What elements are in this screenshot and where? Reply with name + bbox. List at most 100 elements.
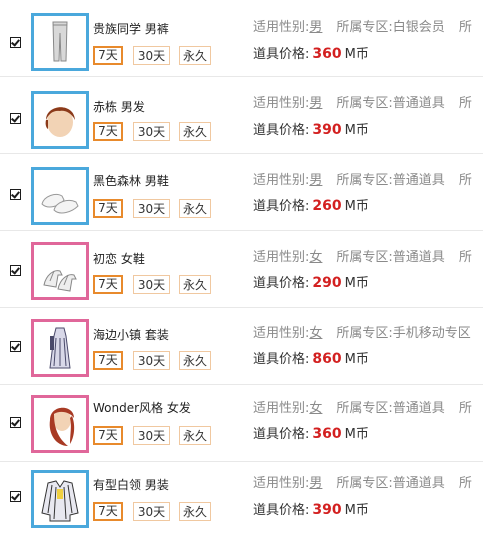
zone-value: 普通道具 — [392, 401, 445, 416]
list-item: 有型白领 男装 7天 30天 永久 适用性别:男 所属专区:普通道具所 道具价格:… — [0, 462, 483, 545]
item-name: 有型白领 男装 — [93, 478, 169, 492]
price-label: 道具价格: — [253, 123, 310, 138]
item-thumbnail[interactable] — [31, 167, 89, 225]
item-name: 初恋 女鞋 — [93, 252, 145, 266]
gender-label: 适用性别: — [253, 20, 310, 35]
item-checkbox[interactable] — [10, 417, 21, 428]
item-thumbnail[interactable] — [31, 242, 89, 300]
duration-30d-button[interactable]: 30天 — [133, 351, 170, 370]
currency-label: M币 — [344, 503, 369, 518]
duration-7d-button[interactable]: 7天 — [93, 351, 123, 370]
price-value: 390 — [312, 122, 342, 138]
price-label: 道具价格: — [253, 352, 310, 367]
item-checkbox[interactable] — [10, 265, 21, 276]
item-checkbox[interactable] — [10, 189, 21, 200]
item-checkbox[interactable] — [10, 341, 21, 352]
zone-label: 所属专区: — [336, 250, 393, 265]
female-shoes-icon — [43, 270, 77, 292]
currency-label: M币 — [344, 427, 369, 442]
item-price: 道具价格: 860 M币 — [253, 351, 369, 368]
item-price: 道具价格: 360 M币 — [253, 46, 369, 63]
zone-value: 普通道具 — [392, 250, 445, 265]
price-label: 道具价格: — [253, 47, 310, 62]
trailing-text: 所 — [458, 173, 472, 188]
duration-30d-button[interactable]: 30天 — [133, 122, 170, 141]
duration-7d-button[interactable]: 7天 — [93, 199, 123, 218]
price-label: 道具价格: — [253, 427, 310, 442]
gender-label: 适用性别: — [253, 173, 310, 188]
zone-value: 普通道具 — [392, 96, 445, 111]
duration-permanent-button[interactable]: 永久 — [179, 122, 211, 141]
duration-30d-button[interactable]: 30天 — [133, 426, 170, 445]
zone-value: 白银会员 — [392, 20, 445, 35]
item-list: 贵族同学 男裤 7天 30天 永久 适用性别:男 所属专区:白银会员所 道具价格:… — [0, 0, 483, 545]
trailing-text: 所 — [458, 476, 472, 491]
zone-label: 所属专区: — [336, 96, 393, 111]
price-value: 360 — [312, 426, 342, 442]
duration-7d-button[interactable]: 7天 — [93, 275, 123, 294]
price-label: 道具价格: — [253, 276, 310, 291]
zone-label: 所属专区: — [336, 173, 393, 188]
dress-icon — [49, 327, 71, 369]
duration-7d-button[interactable]: 7天 — [93, 502, 123, 521]
item-checkbox[interactable] — [10, 113, 21, 124]
gender-value[interactable]: 女 — [309, 250, 322, 265]
currency-label: M币 — [344, 199, 369, 214]
item-thumbnail[interactable] — [31, 319, 89, 377]
item-thumbnail[interactable] — [31, 470, 89, 528]
gender-label: 适用性别: — [253, 401, 310, 416]
gender-label: 适用性别: — [253, 476, 310, 491]
duration-permanent-button[interactable]: 永久 — [179, 351, 211, 370]
item-meta: 适用性别:男 所属专区:白银会员所 — [253, 20, 472, 36]
item-name: 海边小镇 套装 — [93, 328, 169, 342]
zone-value: 普通道具 — [392, 173, 445, 188]
item-name: 贵族同学 男裤 — [93, 22, 169, 36]
gender-value[interactable]: 男 — [309, 476, 322, 491]
item-price: 道具价格: 260 M币 — [253, 198, 369, 215]
duration-permanent-button[interactable]: 永久 — [179, 199, 211, 218]
item-price: 道具价格: 390 M币 — [253, 122, 369, 139]
duration-30d-button[interactable]: 30天 — [133, 199, 170, 218]
zone-label: 所属专区: — [336, 401, 393, 416]
gender-label: 适用性别: — [253, 326, 310, 341]
item-checkbox[interactable] — [10, 37, 21, 48]
gender-value[interactable]: 男 — [309, 96, 322, 111]
item-thumbnail[interactable] — [31, 13, 89, 71]
item-thumbnail[interactable] — [31, 91, 89, 149]
zone-label: 所属专区: — [336, 20, 393, 35]
duration-7d-button[interactable]: 7天 — [93, 426, 123, 445]
duration-permanent-button[interactable]: 永久 — [179, 426, 211, 445]
item-meta: 适用性别:女 所属专区:普通道具所 — [253, 401, 472, 417]
item-price: 道具价格: 360 M币 — [253, 426, 369, 443]
price-value: 860 — [312, 351, 342, 367]
duration-permanent-button[interactable]: 永久 — [179, 275, 211, 294]
duration-30d-button[interactable]: 30天 — [133, 275, 170, 294]
item-checkbox[interactable] — [10, 491, 21, 502]
price-value: 290 — [312, 275, 342, 291]
duration-permanent-button[interactable]: 永久 — [179, 502, 211, 521]
item-meta: 适用性别:男 所属专区:普通道具所 — [253, 476, 472, 492]
item-price: 道具价格: 390 M币 — [253, 502, 369, 519]
list-item: 赤栋 男发 7天 30天 永久 适用性别:男 所属专区:普通道具所 道具价格: 39… — [0, 77, 483, 154]
trailing-text: 所 — [458, 96, 472, 111]
duration-30d-button[interactable]: 30天 — [133, 502, 170, 521]
gender-value[interactable]: 女 — [309, 326, 322, 341]
gender-value[interactable]: 男 — [309, 173, 322, 188]
price-value: 360 — [312, 46, 342, 62]
duration-permanent-button[interactable]: 永久 — [179, 46, 211, 65]
trailing-text: 所 — [458, 20, 472, 35]
duration-7d-button[interactable]: 7天 — [93, 46, 123, 65]
zone-label: 所属专区: — [336, 476, 393, 491]
jacket-icon — [41, 480, 79, 522]
item-thumbnail[interactable] — [31, 395, 89, 453]
duration-30d-button[interactable]: 30天 — [133, 46, 170, 65]
gender-value[interactable]: 男 — [309, 20, 322, 35]
gender-value[interactable]: 女 — [309, 401, 322, 416]
list-item: 黑色森林 男鞋 7天 30天 永久 适用性别:男 所属专区:普通道具所 道具价格:… — [0, 154, 483, 231]
item-meta: 适用性别:女 所属专区:手机移动专区 — [253, 326, 471, 342]
list-item: 初恋 女鞋 7天 30天 永久 适用性别:女 所属专区:普通道具所 道具价格: 29… — [0, 231, 483, 308]
currency-label: M币 — [344, 123, 369, 138]
item-meta: 适用性别:男 所属专区:普通道具所 — [253, 96, 472, 112]
trailing-text: 所 — [458, 250, 472, 265]
duration-7d-button[interactable]: 7天 — [93, 122, 123, 141]
